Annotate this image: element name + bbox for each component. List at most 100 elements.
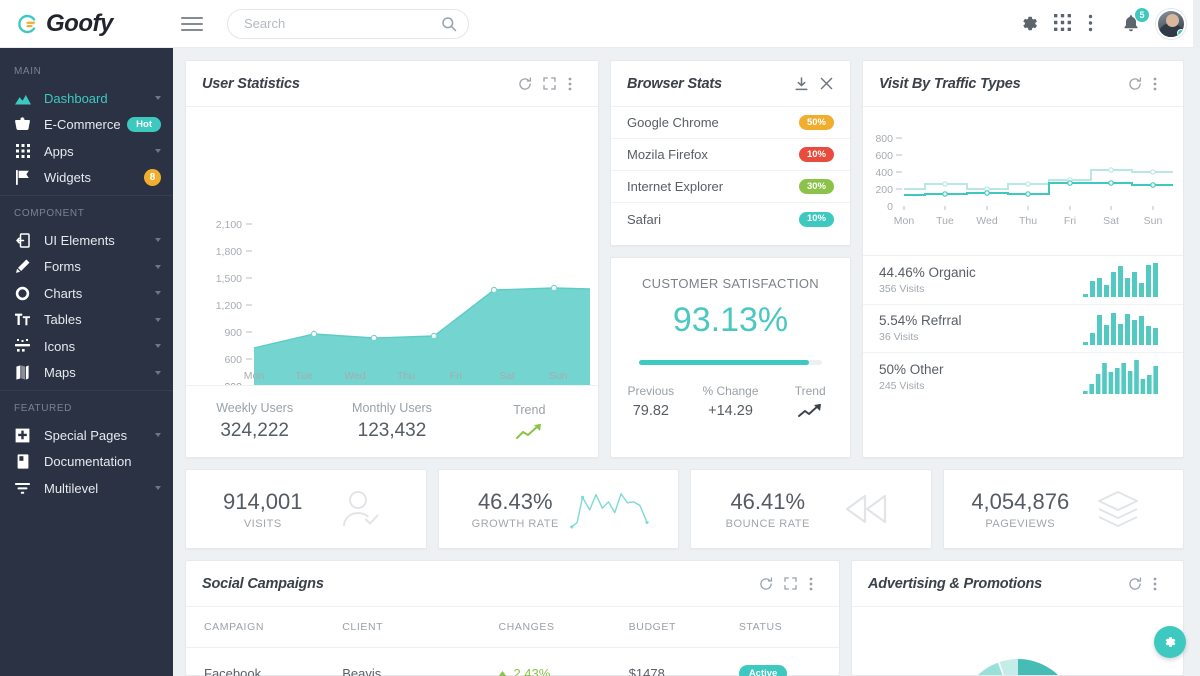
- list-item[interactable]: Safari 10%: [611, 203, 850, 235]
- browser-name: Safari: [627, 211, 661, 227]
- user-statistics-footer: Weekly Users 324,222 Monthly Users 123,4…: [186, 385, 598, 457]
- close-icon[interactable]: [820, 77, 834, 91]
- dashboard-app: Goofy Search 5 MAIN Dashboard E-Commerce…: [0, 0, 1200, 676]
- sidebar-item-multilevel[interactable]: Multilevel: [0, 475, 173, 502]
- goofy-logo-icon: [16, 13, 38, 35]
- sidebar-item-maps[interactable]: Maps: [0, 360, 173, 387]
- flag-icon: [14, 170, 31, 186]
- kpi-text: 46.43% GROWTH RATE: [461, 489, 571, 530]
- grid-apps-icon[interactable]: [1054, 13, 1074, 34]
- trend-up-icon: [461, 423, 598, 440]
- vertical-dots-icon[interactable]: [1088, 14, 1108, 34]
- user-statistics-card: User Statistics 2,100 1,800 1,500 1,200 …: [185, 60, 599, 458]
- refresh-icon[interactable]: [759, 576, 773, 591]
- refresh-icon[interactable]: [1128, 576, 1142, 591]
- sidebar-item-documentation[interactable]: Documentation: [0, 449, 173, 476]
- sidebar-section-component: COMPONENT: [14, 208, 85, 219]
- settings-fab-button[interactable]: [1154, 626, 1186, 658]
- refresh-icon[interactable]: [1128, 76, 1142, 91]
- sidebar-badge-hot: Hot: [127, 117, 161, 133]
- notification-badge: 5: [1135, 7, 1149, 22]
- vertical-dots-icon[interactable]: [809, 577, 823, 591]
- stat-trend: Trend: [461, 403, 598, 440]
- body-container: MAIN Dashboard E-Commerce Hot Apps Widge…: [0, 48, 1200, 676]
- cell-changes: 2.43%: [498, 648, 628, 676]
- vertical-dots-icon[interactable]: [1153, 77, 1167, 91]
- sidebar: MAIN Dashboard E-Commerce Hot Apps Widge…: [0, 48, 173, 676]
- column-campaign[interactable]: CAMPAIGN: [186, 607, 343, 648]
- ui-elements-icon: [14, 233, 31, 248]
- svg-text:800: 800: [875, 133, 893, 145]
- browser-name: Google Chrome: [627, 115, 719, 130]
- column-budget[interactable]: BUDGET: [628, 607, 739, 648]
- table-row[interactable]: Facebook Beavis 2.43% $1478 Active: [186, 648, 839, 676]
- customer-satisfaction-card: CUSTOMER SATISFACTION 93.13% Previous 79…: [610, 257, 851, 458]
- pencil-icon: [14, 259, 31, 274]
- stat-label: % Change: [702, 384, 759, 398]
- browser-percent-badge: 10%: [798, 211, 834, 227]
- kpi-text: 46.41% BOUNCE RATE: [713, 489, 823, 530]
- traffic-title: 5.54% Refrral: [879, 313, 962, 329]
- kpi-text: 914,001 VISITS: [208, 489, 318, 530]
- sidebar-item-charts[interactable]: Charts: [0, 280, 173, 307]
- kpi-label: VISITS: [243, 517, 282, 530]
- brand-logo[interactable]: Goofy: [0, 10, 173, 38]
- sidebar-item-ui-elements[interactable]: UI Elements: [0, 227, 173, 254]
- bar-sparkline: [1083, 262, 1167, 297]
- visit-by-traffic-types-chart: 800 600 400 200 0 Mon Tue Wed Thu Fri Sa…: [863, 107, 1183, 255]
- sidebar-item-ecommerce[interactable]: E-Commerce Hot: [0, 112, 173, 139]
- expand-icon[interactable]: [784, 576, 798, 591]
- search-input[interactable]: [227, 8, 469, 39]
- traffic-subtitle: 245 Visits: [879, 380, 925, 393]
- chevron-down-icon: [155, 291, 161, 296]
- avatar[interactable]: [1156, 8, 1186, 39]
- status-badge: Active: [738, 665, 788, 676]
- kpi-growth-rate[interactable]: 46.43% GROWTH RATE: [437, 469, 679, 549]
- list-item[interactable]: 5.54% Refrral 36 Visits: [863, 305, 1183, 353]
- stat-previous: Previous 79.82: [611, 384, 691, 419]
- sidebar-item-tables[interactable]: Tables: [0, 307, 173, 334]
- column-status[interactable]: STATUS: [738, 607, 839, 648]
- card-title: Browser Stats: [627, 75, 722, 92]
- sidebar-item-dashboard[interactable]: Dashboard: [0, 85, 173, 112]
- column-client[interactable]: CLIENT: [342, 607, 499, 648]
- customer-satisfaction-title: CUSTOMER SATISFACTION: [641, 276, 819, 291]
- svg-text:Sat: Sat: [499, 370, 515, 382]
- sidebar-item-icons[interactable]: Icons: [0, 333, 173, 360]
- sidebar-item-widgets[interactable]: Widgets 8: [0, 165, 173, 192]
- gear-icon[interactable]: [1020, 14, 1040, 34]
- sidebar-item-forms[interactable]: Forms: [0, 254, 173, 281]
- sidebar-item-apps[interactable]: Apps: [0, 138, 173, 165]
- list-item[interactable]: Internet Explorer 30%: [611, 171, 850, 203]
- refresh-icon[interactable]: [518, 76, 532, 91]
- chevron-down-icon: [155, 486, 161, 491]
- chevron-down-icon: [155, 344, 161, 349]
- list-item[interactable]: 50% Other 245 Visits: [863, 353, 1183, 402]
- vertical-dots-icon[interactable]: [568, 77, 582, 91]
- kpi-bounce-rate[interactable]: 46.41% BOUNCE RATE: [690, 469, 932, 549]
- expand-icon[interactable]: [543, 76, 557, 91]
- kpi-text: 4,054,876 PAGEVIEWS: [966, 489, 1076, 530]
- list-item[interactable]: Mozila Firefox 10%: [611, 139, 850, 171]
- card-title: Social Campaigns: [202, 575, 324, 592]
- svg-text:Sun: Sun: [549, 370, 568, 382]
- search-icon[interactable]: [441, 16, 457, 32]
- bell-icon[interactable]: 5: [1122, 7, 1149, 34]
- kpi-visits[interactable]: 914,001 VISITS: [185, 469, 427, 549]
- user-check-icon: [318, 488, 404, 530]
- user-statistics-chart: 2,100 1,800 1,500 1,200 900 600 300: [186, 107, 598, 385]
- hamburger-menu-icon[interactable]: [181, 13, 203, 35]
- traffic-text: 44.46% Organic 356 Visits: [879, 265, 976, 295]
- search-container: [227, 8, 469, 39]
- download-icon[interactable]: [795, 76, 809, 91]
- list-item[interactable]: 44.46% Organic 356 Visits: [863, 256, 1183, 305]
- sidebar-item-special-pages[interactable]: Special Pages: [0, 422, 173, 449]
- column-changes[interactable]: CHANGES: [498, 607, 629, 648]
- list-item[interactable]: Google Chrome 50%: [611, 107, 850, 139]
- stat-value: 79.82: [632, 403, 669, 419]
- kpi-pageviews[interactable]: 4,054,876 PAGEVIEWS: [942, 469, 1184, 549]
- page-scrollbar[interactable]: [1193, 0, 1200, 48]
- traffic-breakdown-list: 44.46% Organic 356 Visits 5.54% Refrral …: [863, 255, 1183, 402]
- card-tools: [518, 76, 582, 91]
- vertical-dots-icon[interactable]: [1153, 577, 1167, 591]
